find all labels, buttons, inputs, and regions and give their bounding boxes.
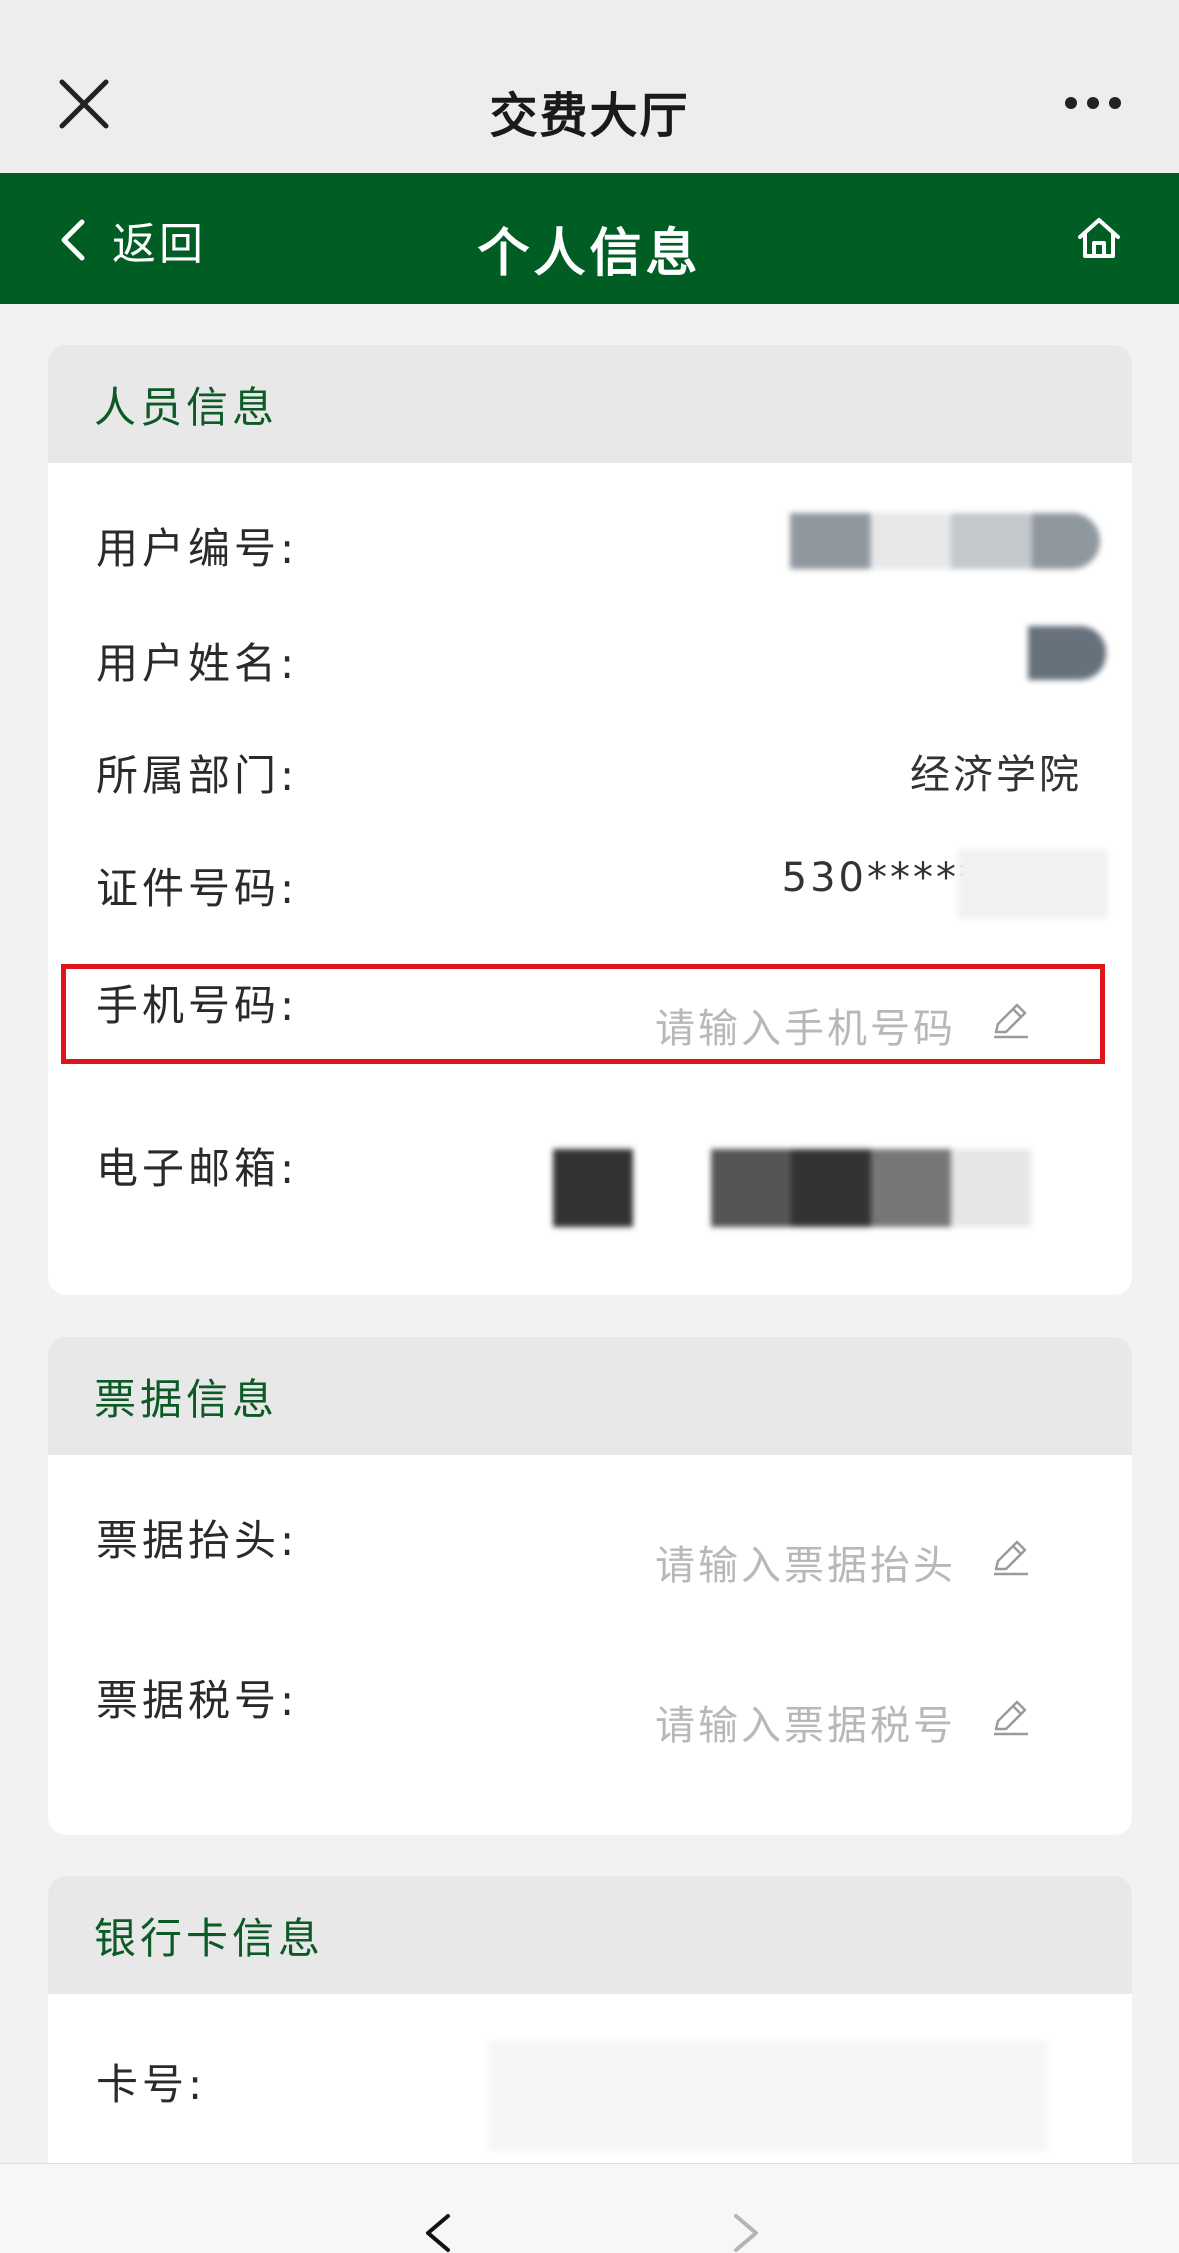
card-number-row[interactable]: 卡号: xyxy=(48,2041,1132,2151)
more-icon[interactable] xyxy=(1064,96,1122,110)
wechat-title-bar: 交费大厅 xyxy=(0,0,1179,173)
edit-pencil-icon[interactable] xyxy=(990,1697,1030,1737)
email-row[interactable]: 电子邮箱: xyxy=(48,1135,1132,1255)
prev-arrow-icon[interactable] xyxy=(420,2212,456,2253)
home-icon[interactable] xyxy=(1076,215,1122,261)
app-header: 返回 个人信息 xyxy=(0,173,1179,304)
wechat-page-title: 交费大厅 xyxy=(489,88,690,144)
user-name-redacted xyxy=(1028,626,1106,680)
tax-number-row[interactable]: 票据税号: 请输入票据税号 xyxy=(48,1667,1132,1767)
personal-info-card: 人员信息 用户编号: 用户姓名: 所属部门: 经济学院 证件号码: 530***… xyxy=(48,345,1132,1295)
bank-info-title: 银行卡信息 xyxy=(48,1876,1132,1994)
tax-number-label: 票据税号: xyxy=(96,1676,299,1725)
invoice-info-title: 票据信息 xyxy=(48,1337,1132,1455)
bottom-nav-bar xyxy=(0,2163,1179,2253)
edit-pencil-icon[interactable] xyxy=(990,1537,1030,1577)
user-id-redacted xyxy=(790,513,1100,569)
email-label: 电子邮箱: xyxy=(96,1144,299,1193)
user-name-row: 用户姓名: xyxy=(48,626,1132,690)
id-number-redacted xyxy=(958,849,1108,919)
id-number-label: 证件号码: xyxy=(96,864,299,913)
id-number-row: 证件号码: 530***** xyxy=(48,849,1132,919)
department-value: 经济学院 xyxy=(910,752,1082,798)
department-label: 所属部门: xyxy=(96,751,299,800)
user-id-row: 用户编号: xyxy=(48,513,1132,575)
email-redacted-2 xyxy=(711,1149,1031,1227)
card-number-redacted xyxy=(488,2041,1048,2151)
phone-field-highlight xyxy=(61,964,1105,1064)
user-id-label: 用户编号: xyxy=(96,524,299,573)
tax-number-input[interactable]: 请输入票据税号 xyxy=(655,1693,956,1751)
invoice-info-card: 票据信息 票据抬头: 请输入票据抬头 票据税号: 请输入票据税号 xyxy=(48,1337,1132,1835)
user-name-label: 用户姓名: xyxy=(96,639,299,688)
invoice-title-label: 票据抬头: xyxy=(96,1516,299,1565)
email-redacted xyxy=(553,1149,633,1227)
bank-info-card: 银行卡信息 卡号: xyxy=(48,1876,1132,2196)
department-row: 所属部门: 经济学院 xyxy=(48,742,1132,802)
card-number-label: 卡号: xyxy=(96,2060,207,2109)
invoice-title-row[interactable]: 票据抬头: 请输入票据抬头 xyxy=(48,1507,1132,1607)
id-number-value: 530***** xyxy=(781,855,982,901)
next-arrow-icon[interactable] xyxy=(728,2212,764,2253)
invoice-title-input[interactable]: 请输入票据抬头 xyxy=(655,1533,956,1591)
personal-info-title: 人员信息 xyxy=(48,345,1132,463)
page-title: 个人信息 xyxy=(477,224,702,284)
